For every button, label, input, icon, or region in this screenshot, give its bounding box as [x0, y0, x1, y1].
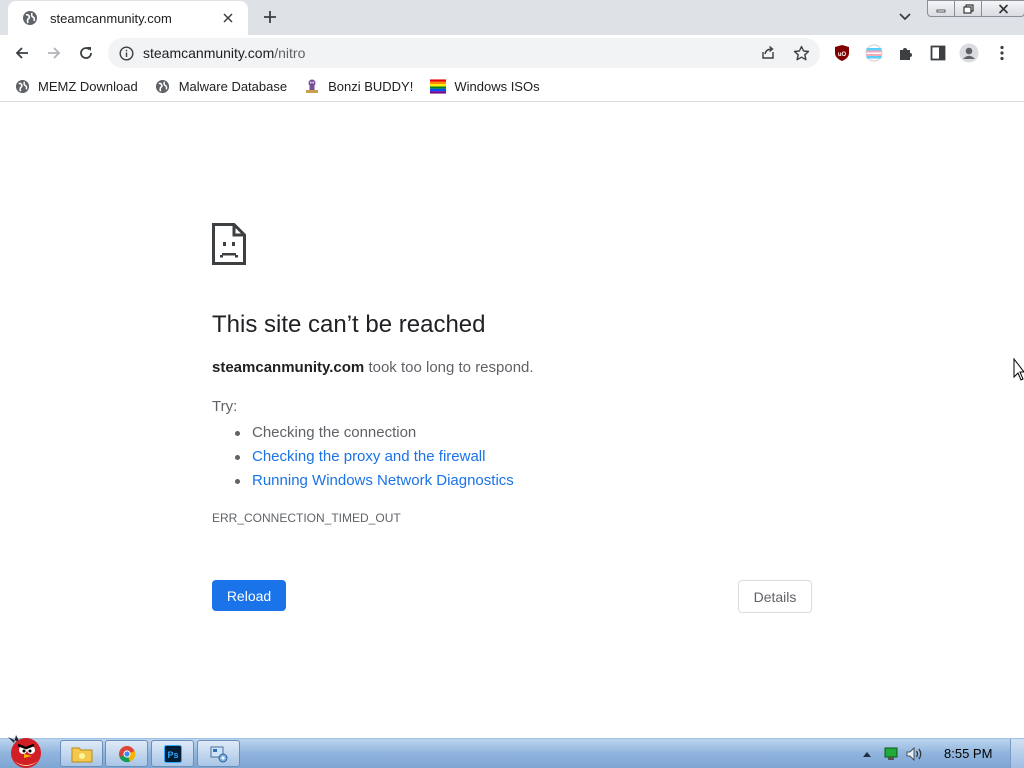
reload-icon — [80, 47, 92, 59]
reload-button[interactable]: Reload — [212, 580, 286, 611]
error-host: steamcanmunity.com — [212, 359, 365, 376]
share-icon[interactable] — [758, 43, 778, 63]
photoshop-icon: Ps — [163, 744, 182, 763]
ublock-icon[interactable]: uO — [832, 43, 852, 63]
angry-bird-icon — [8, 735, 41, 768]
tab-search-button[interactable] — [893, 6, 917, 28]
side-panel-icon[interactable] — [928, 43, 948, 63]
url-path: /nitro — [274, 45, 306, 61]
globe-icon — [14, 78, 30, 94]
svg-text:Ps: Ps — [167, 750, 178, 760]
close-icon — [998, 3, 1008, 14]
tab-active[interactable]: steamcanmunity.com — [8, 1, 248, 35]
tab-strip: steamcanmunity.com — [0, 0, 1024, 35]
minimize-button[interactable] — [927, 0, 955, 17]
start-button[interactable] — [2, 731, 50, 768]
globe-icon — [155, 78, 171, 94]
bonzi-icon — [304, 78, 320, 94]
bookmark-malware-database[interactable]: Malware Database — [155, 78, 287, 94]
taskbar-explorer-button[interactable] — [60, 740, 103, 767]
toolbar: steamcanmunity.com/nitro uO — [0, 35, 1024, 71]
suggestion-check-connection: Checking the connection — [234, 421, 514, 445]
page-content: This site can’t be reached steamcanmunit… — [0, 103, 1024, 738]
restore-icon — [962, 3, 974, 14]
rainbow-flag-icon — [430, 78, 447, 94]
profile-avatar-icon[interactable] — [959, 43, 979, 63]
reload-toolbar-button[interactable] — [72, 39, 100, 67]
error-code: ERR_CONNECTION_TIMED_OUT — [212, 511, 401, 525]
url-host: steamcanmunity.com — [143, 45, 275, 61]
try-label: Try: — [212, 398, 238, 415]
taskbar-clock[interactable]: 8:55 PM — [944, 746, 992, 761]
bookmark-label: Windows ISOs — [454, 78, 540, 94]
suggestions-list: Checking the connection Checking the pro… — [234, 421, 514, 493]
system-tray — [858, 739, 930, 768]
show-desktop-button[interactable] — [1010, 739, 1024, 768]
suggestion-network-diagnostics-link[interactable]: Running Windows Network Diagnostics — [234, 469, 514, 493]
back-button[interactable] — [8, 39, 36, 67]
volume-icon[interactable] — [906, 745, 924, 763]
sad-page-icon — [212, 223, 246, 265]
bookmark-label: MEMZ Download — [38, 78, 138, 94]
bookmark-star-icon[interactable] — [791, 43, 811, 63]
extension-flag-icon[interactable] — [864, 43, 884, 63]
forward-arrow-icon — [48, 47, 61, 59]
svg-text:uO: uO — [838, 52, 847, 58]
address-bar[interactable]: steamcanmunity.com/nitro — [108, 38, 820, 68]
menu-kebab-icon[interactable] — [992, 43, 1012, 63]
bookmark-label: Malware Database — [178, 78, 288, 94]
url-text: steamcanmunity.com/nitro — [143, 45, 305, 61]
taskbar-photoshop-button[interactable]: Ps — [151, 740, 194, 767]
window-controls — [927, 0, 1024, 17]
forward-button[interactable] — [40, 39, 68, 67]
chrome-icon — [118, 745, 135, 762]
bookmarks-bar: MEMZ Download Malware Database Bonzi BUD… — [0, 71, 1024, 102]
tab-title: steamcanmunity.com — [50, 10, 172, 26]
control-panel-icon — [210, 746, 227, 762]
new-tab-button[interactable] — [258, 5, 282, 29]
restore-button[interactable] — [954, 0, 982, 17]
bookmark-windows-isos[interactable]: Windows ISOs — [430, 78, 540, 94]
taskbar-app-button[interactable] — [197, 740, 240, 767]
error-description: steamcanmunity.com took too long to resp… — [212, 359, 534, 376]
taskbar: Ps 8:55 PM — [0, 735, 1024, 768]
close-tab-icon[interactable] — [218, 8, 238, 28]
bookmark-bonzi-buddy[interactable]: Bonzi BUDDY! — [304, 78, 413, 94]
bookmark-memz-download[interactable]: MEMZ Download — [14, 78, 138, 94]
extensions-puzzle-icon[interactable] — [896, 43, 916, 63]
bookmark-label: Bonzi BUDDY! — [328, 78, 414, 94]
folder-icon — [71, 747, 92, 762]
minimize-icon — [936, 9, 946, 12]
close-button[interactable] — [981, 0, 1024, 17]
back-arrow-icon — [15, 47, 28, 59]
mouse-cursor-icon — [1013, 358, 1024, 381]
taskbar-chrome-button[interactable] — [105, 740, 148, 767]
info-icon[interactable] — [118, 45, 134, 61]
suggestion-check-proxy-link[interactable]: Checking the proxy and the firewall — [234, 445, 514, 469]
details-button[interactable]: Details — [738, 580, 812, 613]
network-icon[interactable] — [882, 745, 900, 763]
globe-icon — [22, 10, 38, 26]
error-desc-suffix: took too long to respond. — [364, 359, 534, 376]
show-hidden-icons-icon[interactable] — [858, 745, 876, 763]
page-title: This site can’t be reached — [212, 311, 486, 338]
